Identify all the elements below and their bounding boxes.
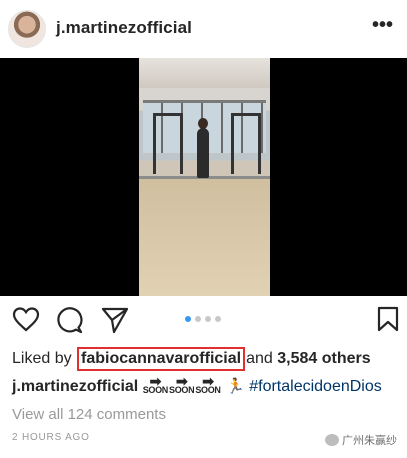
runner-figure — [197, 128, 209, 178]
gym-rack — [153, 113, 183, 174]
soon-label: SOON — [169, 385, 195, 395]
more-options-icon[interactable]: ••• — [372, 14, 393, 37]
post-header: j.martinezofficial ••• — [0, 0, 407, 58]
soon-emoji: ➡ SOON — [195, 373, 221, 395]
carousel-dot-active — [185, 316, 191, 322]
post-video[interactable] — [0, 58, 407, 296]
gym-ceiling — [139, 58, 270, 88]
soon-emoji: ➡ SOON — [169, 373, 195, 395]
carousel-dot — [205, 316, 211, 322]
likes-summary: Liked by fabiocannavarofficial and 3,584 … — [12, 347, 371, 371]
watermark-text: 广州朱赢纱 — [342, 435, 397, 447]
likes-prefix: Liked by — [12, 350, 72, 367]
hashtag-link[interactable]: #fortalecidoenDios — [249, 378, 382, 395]
post-username[interactable]: j.martinezofficial — [56, 18, 192, 38]
watermark: 广州朱赢纱 — [325, 432, 397, 448]
caption-username[interactable]: j.martinezofficial — [12, 378, 138, 395]
soon-emoji: ➡ SOON — [142, 373, 169, 395]
likes-and: and — [246, 350, 273, 367]
bookmark-icon[interactable] — [377, 306, 399, 332]
carousel-dot — [215, 316, 221, 322]
wechat-logo-icon — [325, 434, 339, 446]
heart-icon[interactable] — [12, 306, 40, 332]
soon-label: SOON — [142, 385, 169, 395]
highlight-box: fabiocannavarofficial — [77, 347, 246, 371]
share-icon[interactable] — [101, 306, 129, 334]
view-comments-link[interactable]: View all 124 comments — [12, 406, 166, 423]
gym-rack — [231, 113, 261, 174]
tagged-user-link[interactable]: fabiocannavarofficial — [81, 350, 241, 367]
likes-others-link[interactable]: 3,584 others — [277, 350, 370, 367]
video-frame — [139, 58, 270, 296]
soon-label: SOON — [195, 385, 221, 395]
runner-emoji-icon: 🏃 — [226, 378, 245, 395]
avatar[interactable] — [8, 10, 46, 48]
carousel-indicator — [185, 316, 221, 322]
gym-floor — [139, 178, 270, 296]
carousel-dot — [195, 316, 201, 322]
comment-icon[interactable] — [56, 306, 84, 334]
post-timestamp: 2 HOURS AGO — [12, 432, 90, 443]
post-caption: j.martinezofficial ➡ SOON ➡ SOON ➡ SOON 🏃 #fo… — [12, 373, 382, 396]
